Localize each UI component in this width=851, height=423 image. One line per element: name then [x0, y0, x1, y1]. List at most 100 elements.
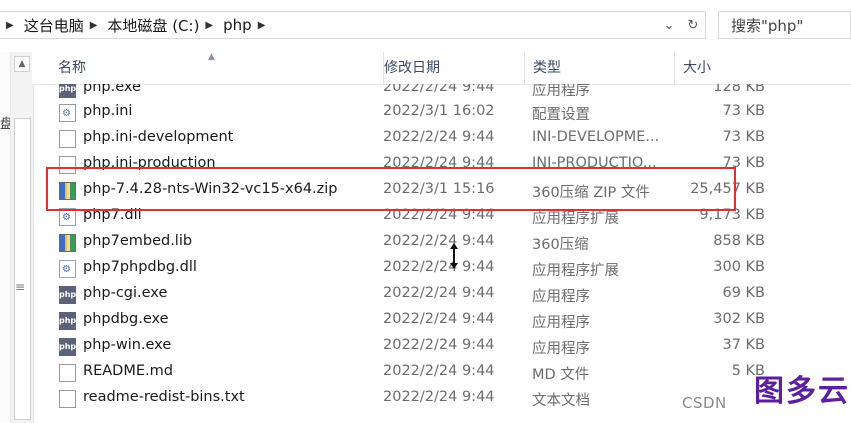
file-row[interactable]: README.md 2022/2/24 9:44 MD 文件 5 KB: [32, 360, 851, 386]
breadcrumb-php[interactable]: php: [223, 16, 252, 34]
file-type: 应用程序: [532, 341, 590, 357]
file-name: php-win.exe: [83, 337, 172, 353]
dll-file-icon: [59, 260, 76, 278]
file-type: 文本文档: [532, 393, 590, 409]
file-size: 858 KB: [713, 233, 765, 249]
file-type: MD 文件: [532, 367, 590, 383]
breadcrumb-arrow-icon[interactable]: ▶: [258, 20, 266, 31]
file-row[interactable]: readme-redist-bins.txt 2022/2/24 9:44 文本…: [32, 386, 851, 412]
file-row[interactable]: php.ini 2022/3/1 16:02 配置设置 73 KB: [32, 100, 851, 126]
file-date: 2022/2/24 9:44: [383, 129, 495, 145]
file-name: php.ini-development: [83, 129, 234, 145]
file-date: 2022/2/24 9:44: [383, 285, 495, 301]
file-size: 73 KB: [722, 155, 765, 171]
file-size: 128 KB: [713, 84, 765, 95]
breadcrumb-arrow-icon[interactable]: ▶: [6, 20, 14, 31]
scrollbar-grip-icon: ≡: [15, 280, 26, 294]
exe-icon: php: [59, 84, 76, 98]
watermark-logo: 图多云: [754, 374, 850, 409]
document-icon: [59, 364, 76, 382]
column-date-modified[interactable]: 修改日期: [376, 52, 525, 84]
file-date: 2022/2/24 9:44: [383, 233, 495, 249]
file-size: 302 KB: [713, 311, 765, 327]
watermark-csdn: CSDN: [682, 394, 727, 412]
file-date: 2022/2/24 9:44: [383, 155, 495, 171]
scrollbar-thumb[interactable]: [14, 118, 31, 420]
file-date: 2022/3/1 16:02: [383, 103, 495, 119]
chevron-down-icon[interactable]: ⌄: [657, 18, 681, 33]
file-date: 2022/2/24 9:44: [383, 311, 495, 327]
file-name: php7.dll: [83, 207, 142, 223]
file-size: 25,457 KB: [690, 181, 765, 197]
breadcrumb-this-pc[interactable]: 这台电脑: [24, 15, 84, 36]
file-row-selected-zip[interactable]: php-7.4.28-nts-Win32-vc15-x64.zip 2022/3…: [32, 178, 851, 204]
file-type: 360压缩 ZIP 文件: [532, 185, 650, 201]
dll-file-icon: [59, 208, 76, 226]
column-header: 名称 ▲ 修改日期 类型 大小: [32, 52, 851, 85]
zip-archive-icon: [59, 234, 76, 252]
file-size: 37 KB: [722, 337, 765, 353]
file-name: php7phpdbg.dll: [83, 259, 197, 275]
exe-icon: php: [59, 286, 76, 304]
file-name: php.ini-production: [83, 155, 216, 171]
file-type: 应用程序扩展: [532, 211, 619, 227]
file-name: phpdbg.exe: [83, 311, 169, 327]
file-row[interactable]: php.ini-development 2022/2/24 9:44 INI-D…: [32, 126, 851, 152]
refresh-icon[interactable]: ↻: [681, 18, 705, 33]
file-name: README.md: [83, 363, 173, 379]
file-type: INI-DEVELOPME...: [532, 129, 660, 145]
ini-file-icon: [59, 104, 76, 122]
file-name: php.exe: [83, 84, 141, 95]
document-icon: [59, 130, 76, 148]
file-name: readme-redist-bins.txt: [83, 389, 245, 405]
file-size: 300 KB: [713, 259, 765, 275]
file-row[interactable]: php php-cgi.exe 2022/2/24 9:44 应用程序 69 K…: [32, 282, 851, 308]
file-name: php-7.4.28-nts-Win32-vc15-x64.zip: [83, 181, 338, 197]
file-row[interactable]: php7.dll 2022/2/24 9:44 应用程序扩展 9,173 KB: [32, 204, 851, 230]
file-type: 应用程序: [532, 315, 590, 331]
file-list: php php.exe 2022/2/24 9:44 应用程序 128 KB p…: [32, 84, 851, 423]
search-input[interactable]: 搜索"php": [718, 11, 851, 39]
column-size[interactable]: 大小: [675, 52, 770, 84]
vertical-resize-cursor-icon: [450, 243, 458, 269]
file-row[interactable]: php phpdbg.exe 2022/2/24 9:44 应用程序 302 K…: [32, 308, 851, 334]
file-type: 应用程序: [532, 289, 590, 305]
address-toolbar: ▶ 这台电脑 ▶ 本地磁盘 (C:) ▶ php ▶ ⌄ ↻ 搜索"php": [0, 0, 851, 52]
file-size: 73 KB: [722, 103, 765, 119]
file-row[interactable]: php7phpdbg.dll 2022/2/24 9:44 应用程序扩展 300…: [32, 256, 851, 282]
exe-icon: php: [59, 338, 76, 356]
sort-ascending-icon: ▲: [208, 52, 215, 62]
scroll-up-icon[interactable]: ▲: [14, 56, 30, 72]
column-type[interactable]: 类型: [525, 52, 675, 84]
file-row[interactable]: php.ini-production 2022/2/24 9:44 INI-PR…: [32, 152, 851, 178]
file-date: 2022/2/24 9:44: [383, 389, 495, 405]
file-date: 2022/2/24 9:44: [383, 363, 495, 379]
file-row[interactable]: php php-win.exe 2022/2/24 9:44 应用程序 37 K…: [32, 334, 851, 360]
file-type: 应用程序: [532, 84, 590, 99]
file-size: 73 KB: [722, 129, 765, 145]
breadcrumb-local-disk[interactable]: 本地磁盘 (C:): [107, 15, 199, 36]
file-type: 应用程序扩展: [532, 263, 619, 279]
file-size: 69 KB: [722, 285, 765, 301]
file-type: 360压缩: [532, 237, 589, 253]
breadcrumb-arrow-icon[interactable]: ▶: [205, 20, 213, 31]
navigation-scrollbar[interactable]: ▲ ≡: [10, 52, 34, 423]
file-name: php7embed.lib: [83, 233, 193, 249]
file-date: 2022/2/24 9:44: [383, 84, 495, 95]
file-name: php-cgi.exe: [83, 285, 168, 301]
document-icon: [59, 156, 76, 174]
breadcrumb-arrow-icon[interactable]: ▶: [90, 20, 98, 31]
file-type: 配置设置: [532, 107, 590, 123]
file-date: 2022/3/1 15:16: [383, 181, 495, 197]
file-name: php.ini: [83, 103, 133, 119]
exe-icon: php: [59, 312, 76, 330]
address-bar[interactable]: ▶ 这台电脑 ▶ 本地磁盘 (C:) ▶ php ▶ ⌄ ↻: [0, 11, 706, 39]
file-date: 2022/2/24 9:44: [383, 207, 495, 223]
file-size: 9,173 KB: [699, 207, 765, 223]
file-row[interactable]: php7embed.lib 2022/2/24 9:44 360压缩 858 K…: [32, 230, 851, 256]
file-date: 2022/2/24 9:44: [383, 337, 495, 353]
column-name[interactable]: 名称: [50, 52, 384, 84]
document-icon: [59, 390, 76, 408]
zip-archive-icon: [59, 182, 76, 200]
file-date: 2022/2/24 9:44: [383, 259, 495, 275]
